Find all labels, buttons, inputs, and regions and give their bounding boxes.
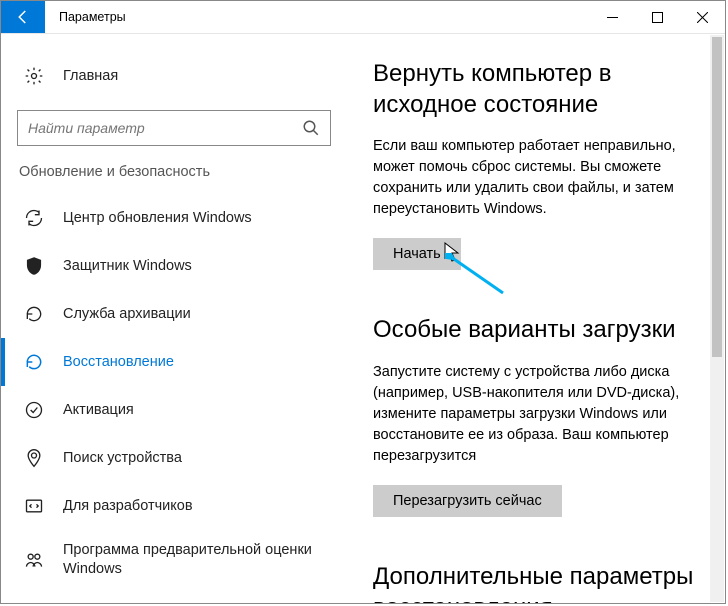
sidebar-item-label: Активация <box>63 402 134 418</box>
sidebar-item-label: Для разработчиков <box>63 498 193 514</box>
sidebar-item-find-device[interactable]: Поиск устройства <box>1 434 347 482</box>
sync-icon <box>23 207 45 229</box>
sidebar-item-windows-update[interactable]: Центр обновления Windows <box>1 194 347 242</box>
search-input[interactable] <box>28 120 302 136</box>
search-container <box>17 110 331 146</box>
backup-icon <box>23 303 45 325</box>
search-box[interactable] <box>17 110 331 146</box>
vertical-scrollbar[interactable] <box>710 35 724 602</box>
section-desc-advanced-startup: Запустите систему с устройства либо диск… <box>373 362 699 467</box>
insider-icon <box>23 549 45 571</box>
sidebar: Главная Обновление и безопасность Центр … <box>1 34 347 603</box>
sidebar-item-label: Поиск устройства <box>63 450 182 466</box>
recovery-icon <box>23 351 45 373</box>
window-title: Параметры <box>45 1 140 33</box>
settings-window: Параметры Главная <box>0 0 726 604</box>
sidebar-item-recovery[interactable]: Восстановление <box>1 338 347 386</box>
gear-icon <box>23 65 45 87</box>
section-heading-more-recovery: Дополнительные параметры восстановления <box>373 561 699 603</box>
back-button[interactable] <box>1 1 45 33</box>
minimize-button[interactable] <box>590 1 635 33</box>
sidebar-item-label: Служба архивации <box>63 306 191 322</box>
sidebar-item-defender[interactable]: Защитник Windows <box>1 242 347 290</box>
section-heading-reset: Вернуть компьютер в исходное состояние <box>373 58 699 120</box>
home-label: Главная <box>63 68 118 84</box>
sidebar-item-label: Программа предварительной оценки Windows <box>63 541 325 579</box>
sidebar-item-label: Защитник Windows <box>63 258 192 274</box>
sidebar-item-label: Центр обновления Windows <box>63 210 252 226</box>
section-desc-reset: Если ваш компьютер работает неправильно,… <box>373 136 699 220</box>
check-circle-icon <box>23 399 45 421</box>
titlebar: Параметры <box>1 1 725 34</box>
code-icon <box>23 495 45 517</box>
sidebar-item-label: Восстановление <box>63 354 174 370</box>
scrollbar-thumb[interactable] <box>712 37 722 357</box>
sidebar-item-backup[interactable]: Служба архивации <box>1 290 347 338</box>
sidebar-item-developers[interactable]: Для разработчиков <box>1 482 347 530</box>
restart-now-button[interactable]: Перезагрузить сейчас <box>373 485 562 517</box>
window-body: Главная Обновление и безопасность Центр … <box>1 34 725 603</box>
sidebar-item-activation[interactable]: Активация <box>1 386 347 434</box>
location-icon <box>23 447 45 469</box>
home-link[interactable]: Главная <box>1 52 347 100</box>
category-label: Обновление и безопасность <box>1 164 347 194</box>
search-icon <box>302 119 320 137</box>
section-heading-advanced-startup: Особые варианты загрузки <box>373 314 699 345</box>
maximize-button[interactable] <box>635 1 680 33</box>
sidebar-item-insider[interactable]: Программа предварительной оценки Windows <box>1 530 347 590</box>
shield-icon <box>23 255 45 277</box>
close-button[interactable] <box>680 1 725 33</box>
reset-start-button[interactable]: Начать <box>373 238 461 270</box>
content-pane: Вернуть компьютер в исходное состояние Е… <box>347 34 725 603</box>
window-controls <box>590 1 725 33</box>
